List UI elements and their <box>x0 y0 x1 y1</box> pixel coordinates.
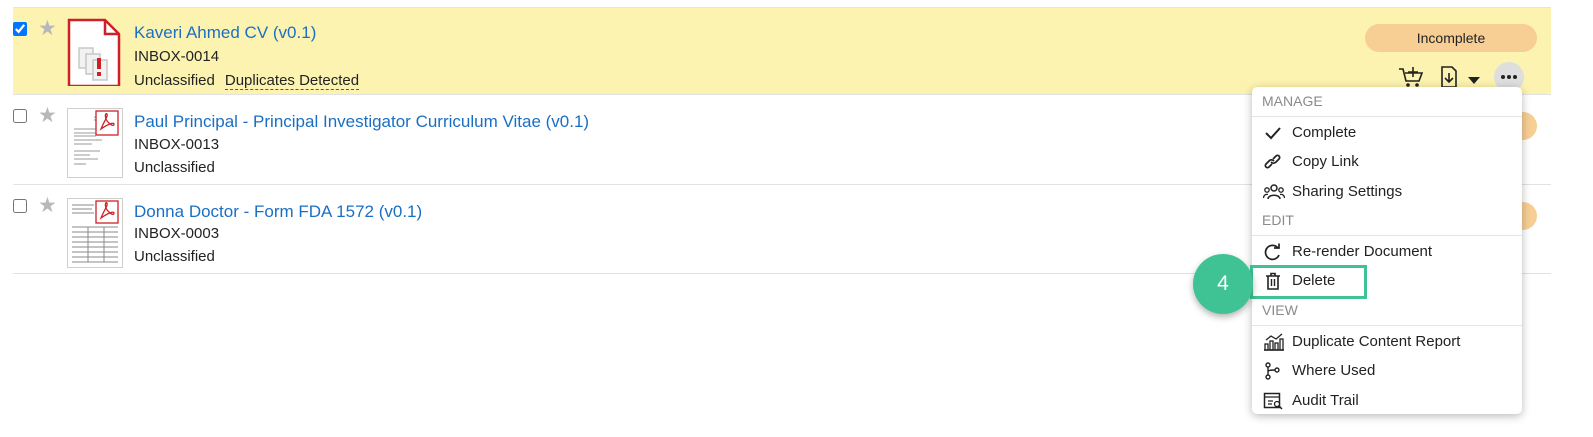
menu-item-label: Complete <box>1292 124 1357 141</box>
classification-label: Unclassified <box>134 159 215 176</box>
star-icon[interactable]: ★ <box>38 195 57 216</box>
document-title-link[interactable]: Kaveri Ahmed CV (v0.1) <box>134 23 316 43</box>
table-row[interactable]: ★ Kaveri Ahmed CV (v0.1) INBOX-0014 Uncl… <box>13 8 1551 95</box>
menu-section-edit: EDIT <box>1262 212 1294 228</box>
document-number: INBOX-0014 <box>134 48 220 65</box>
document-warning-icon[interactable] <box>67 18 121 86</box>
menu-item-label: Audit Trail <box>1292 392 1359 409</box>
status-badge: Incomplete <box>1365 24 1537 52</box>
audit-icon <box>1263 392 1283 410</box>
menu-item-complete[interactable]: Complete <box>1252 120 1522 146</box>
refresh-icon <box>1263 243 1283 261</box>
star-icon[interactable]: ★ <box>38 18 57 39</box>
classification-label: Unclassified Duplicates Detected <box>134 72 360 90</box>
menu-item-where-used[interactable]: Where Used <box>1252 358 1522 384</box>
document-number: INBOX-0013 <box>134 136 220 153</box>
menu-divider <box>1252 325 1522 326</box>
classification-label: Unclassified <box>134 248 215 265</box>
star-icon[interactable]: ★ <box>38 105 57 126</box>
chart-icon <box>1263 333 1284 351</box>
menu-item-re-render-document[interactable]: Re-render Document <box>1252 239 1522 265</box>
actions-menu: MANAGE Complete Copy Link Sharing Settin… <box>1252 87 1522 414</box>
step-badge: 4 <box>1193 254 1253 314</box>
menu-item-label: Sharing Settings <box>1292 183 1403 200</box>
classification-value: Unclassified <box>134 72 215 89</box>
duplicates-detected-link[interactable]: Duplicates Detected <box>224 72 360 90</box>
delete-highlight-box <box>1250 265 1367 299</box>
menu-item-label: Re-render Document <box>1292 243 1433 260</box>
menu-item-duplicate-content-report[interactable]: Duplicate Content Report <box>1252 329 1522 355</box>
menu-item-label: Copy Link <box>1292 153 1359 170</box>
row-checkbox[interactable] <box>13 109 27 123</box>
link-icon <box>1263 153 1283 171</box>
checkmark-icon <box>1263 124 1283 142</box>
row-checkbox[interactable] <box>13 22 27 36</box>
document-number: INBOX-0003 <box>134 225 220 242</box>
menu-item-copy-link[interactable]: Copy Link <box>1252 149 1522 175</box>
document-title-link[interactable]: Paul Principal - Principal Investigator … <box>134 112 589 132</box>
row-checkbox[interactable] <box>13 199 27 213</box>
menu-item-sharing-settings[interactable]: Sharing Settings <box>1252 179 1522 205</box>
document-title-link[interactable]: Donna Doctor - Form FDA 1572 (v0.1) <box>134 202 422 222</box>
menu-item-audit-trail[interactable]: Audit Trail <box>1252 388 1522 414</box>
menu-item-label: Duplicate Content Report <box>1292 333 1461 350</box>
pdf-thumbnail[interactable] <box>67 198 123 268</box>
menu-section-manage: MANAGE <box>1262 93 1323 109</box>
menu-divider <box>1252 116 1522 117</box>
menu-divider <box>1252 235 1522 236</box>
menu-item-label: Where Used <box>1292 362 1376 379</box>
menu-section-view: VIEW <box>1262 302 1298 318</box>
branch-icon <box>1263 362 1283 380</box>
users-icon <box>1262 183 1286 201</box>
pdf-thumbnail[interactable] <box>67 108 123 178</box>
